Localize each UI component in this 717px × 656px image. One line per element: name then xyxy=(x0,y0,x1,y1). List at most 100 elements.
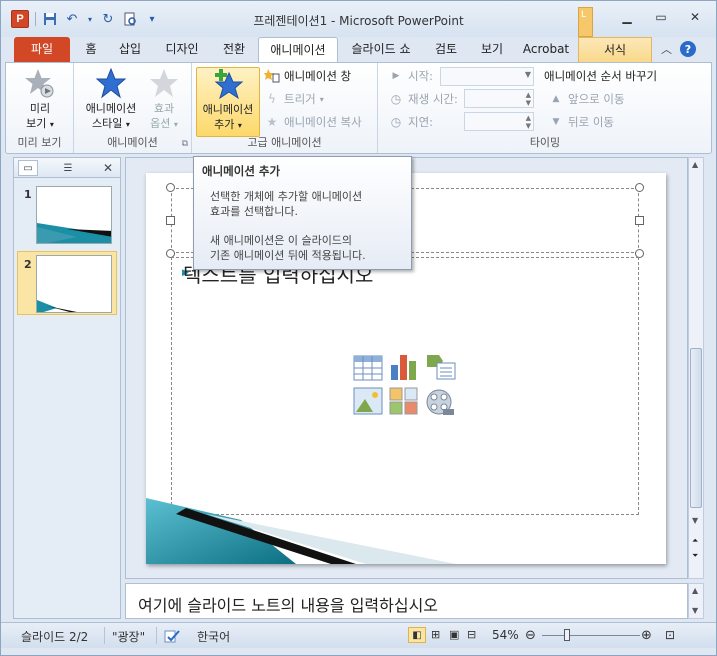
zoom-in-icon[interactable]: ⊕ xyxy=(641,628,652,643)
add-animation-tooltip: 애니메이션 추가 선택한 개체에 추가할 애니메이션 효과를 선택합니다. 새 … xyxy=(193,156,412,270)
move-later-icon: ▼ xyxy=(552,117,560,127)
outline-tab-icon[interactable]: ☰ xyxy=(58,160,78,176)
insert-smartart-icon[interactable] xyxy=(425,353,457,384)
notes-scrollbar[interactable]: ▲ ▼ xyxy=(688,583,704,619)
zoom-out-icon[interactable]: ⊖ xyxy=(525,628,536,643)
insert-picture-icon[interactable] xyxy=(353,387,383,418)
close-icon[interactable]: ✕ xyxy=(680,7,710,27)
move-earlier-button[interactable]: ▲ 앞으로 이동 xyxy=(548,91,625,107)
preview-star-icon xyxy=(24,67,56,99)
slide-number-1: 1 xyxy=(24,188,32,201)
help-icon[interactable]: ? xyxy=(680,41,696,57)
animation-painter-icon: ★ xyxy=(266,115,278,129)
delay-row: ◷ 지연: xyxy=(388,114,433,130)
slides-tab-icon[interactable]: ▭ xyxy=(18,160,38,176)
status-bar: 슬라이드 2/2 "광장" 한국어 ◧ ⊞ ▣ ⊟ 54% ⊖ ⊕ ⊡ xyxy=(1,622,716,648)
animation-style-button[interactable]: 애니메이션 스타일 ▾ xyxy=(80,67,142,132)
tooltip-body-2: 새 애니메이션은 이 슬라이드의 기존 애니메이션 뒤에 적용됩니다. xyxy=(202,233,403,263)
tooltip-body-1: 선택한 개체에 추가할 애니메이션 효과를 선택합니다. xyxy=(202,189,403,219)
preview-button[interactable]: 미리 보기 ▾ xyxy=(16,67,64,132)
duration-down-icon[interactable]: ▼ xyxy=(526,99,531,107)
minimize-icon[interactable]: ▁ xyxy=(612,7,642,27)
delay-down-icon[interactable]: ▼ xyxy=(526,122,531,130)
duration-spinner[interactable]: ▲ ▼ xyxy=(464,89,534,108)
resize-handle-tr[interactable] xyxy=(635,183,644,192)
trigger-button[interactable]: ϟ 트리거 ▾ xyxy=(264,91,324,107)
tab-acrobat[interactable]: Acrobat xyxy=(517,37,575,62)
prev-slide-icon[interactable]: ⏶ xyxy=(692,536,698,546)
scroll-thumb[interactable] xyxy=(690,348,702,508)
resize-handle-mr[interactable] xyxy=(635,216,644,225)
add-animation-button[interactable]: 애니메이션 추가 ▾ xyxy=(196,67,260,137)
zoom-slider[interactable] xyxy=(542,635,640,636)
tab-transitions[interactable]: 전환 xyxy=(213,37,255,62)
content-placeholder[interactable] xyxy=(171,257,639,515)
move-earlier-label: 앞으로 이동 xyxy=(568,92,625,106)
slide-thumbnail-1[interactable] xyxy=(36,186,112,244)
scroll-down-icon[interactable]: ▼ xyxy=(692,516,698,525)
normal-view-icon[interactable]: ◧ xyxy=(408,627,426,643)
slide-vertical-scrollbar[interactable]: ▲ ▼ ⏶ ⏷ xyxy=(688,157,704,579)
group-label-timing: 타이밍 xyxy=(529,136,561,149)
delay-spinner[interactable]: ▲ ▼ xyxy=(464,112,534,131)
next-slide-icon[interactable]: ⏷ xyxy=(692,551,698,561)
animation-dialog-launcher-icon[interactable]: ⧉ xyxy=(182,139,188,149)
fit-to-window-icon[interactable]: ⊡ xyxy=(665,628,675,642)
reading-view-icon[interactable]: ▣ xyxy=(449,628,459,641)
status-separator xyxy=(156,627,157,644)
tab-insert[interactable]: 삽입 xyxy=(110,37,150,62)
group-label-preview: 미리 보기 xyxy=(17,136,62,149)
duration-clock-icon: ◷ xyxy=(390,92,402,106)
resize-handle-ml[interactable] xyxy=(166,216,175,225)
preview-label-1: 미리 xyxy=(29,102,51,115)
insert-clipart-icon[interactable] xyxy=(389,387,419,418)
move-later-button[interactable]: ▼ 뒤로 이동 xyxy=(548,114,614,130)
maximize-icon[interactable]: ▭ xyxy=(646,7,676,27)
tab-file[interactable]: 파일 xyxy=(14,37,70,62)
duration-row: ◷ 재생 시간: xyxy=(388,91,458,107)
notes-pane[interactable]: 여기에 슬라이드 노트의 내용을 입력하십시오 xyxy=(125,583,688,619)
tab-home[interactable]: 홈 xyxy=(76,37,106,62)
scroll-up-icon[interactable]: ▲ xyxy=(692,160,698,169)
start-combo-arrow-icon[interactable]: ▼ xyxy=(525,70,531,79)
notes-scroll-down-icon[interactable]: ▼ xyxy=(692,606,698,615)
tooltip-line-3: 새 애니메이션은 이 슬라이드의 xyxy=(210,234,353,247)
trigger-label: 트리거 xyxy=(284,92,316,106)
help-area: ︿ ? xyxy=(661,41,696,57)
delay-clock-icon: ◷ xyxy=(390,115,402,129)
effect-options-button[interactable]: 효과 옵션 ▾ xyxy=(144,67,184,132)
close-panel-icon[interactable]: ✕ xyxy=(98,160,118,176)
insert-table-icon[interactable] xyxy=(353,355,383,384)
slide-thumbnail-2[interactable] xyxy=(36,255,112,313)
duration-up-icon[interactable]: ▲ xyxy=(526,91,531,99)
insert-chart-icon[interactable] xyxy=(389,351,419,384)
minimize-ribbon-icon[interactable]: ︿ xyxy=(661,41,672,57)
slide-sorter-icon[interactable]: ⊞ xyxy=(431,628,440,641)
delay-up-icon[interactable]: ▲ xyxy=(526,114,531,122)
tab-review[interactable]: 검토 xyxy=(425,37,467,62)
animation-painter-button[interactable]: ★ 애니메이션 복사 xyxy=(264,114,362,130)
notes-scroll-up-icon[interactable]: ▲ xyxy=(692,586,698,595)
resize-handle-tl[interactable] xyxy=(166,183,175,192)
add-animation-label-2-text: 추가 xyxy=(214,118,235,131)
group-animation: 애니메이션 스타일 ▾ 효과 옵션 ▾ 애니메이션 ⧉ xyxy=(74,63,192,153)
slideshow-view-icon[interactable]: ⊟ xyxy=(467,628,476,641)
animation-painter-label: 애니메이션 복사 xyxy=(284,115,362,129)
status-theme: "광장" xyxy=(112,630,146,644)
window-controls: ▁ ▭ ✕ xyxy=(612,7,710,27)
tab-view[interactable]: 보기 xyxy=(472,37,512,62)
group-timing: ▶ 시작: ▼ ◷ 재생 시간: ▲ ▼ ◷ 지연: ▲ ▼ 애니메이션 순서 … xyxy=(378,63,712,153)
start-label: 시작: xyxy=(408,69,434,83)
tab-design[interactable]: 디자인 xyxy=(155,37,209,62)
spellcheck-icon[interactable] xyxy=(164,628,180,647)
zoom-level[interactable]: 54% xyxy=(492,628,519,642)
zoom-slider-thumb[interactable] xyxy=(564,629,570,641)
animation-pane-button[interactable]: 애니메이션 창 xyxy=(264,68,351,84)
tab-format[interactable]: 서식 xyxy=(578,37,652,62)
tab-animations[interactable]: 애니메이션 xyxy=(258,37,338,62)
start-combo[interactable]: ▼ xyxy=(440,67,534,86)
tab-slideshow[interactable]: 슬라이드 쇼 xyxy=(342,37,420,62)
insert-media-icon[interactable] xyxy=(425,387,455,420)
notes-placeholder-text[interactable]: 여기에 슬라이드 노트의 내용을 입력하십시오 xyxy=(138,592,438,616)
status-language[interactable]: 한국어 xyxy=(197,628,230,645)
